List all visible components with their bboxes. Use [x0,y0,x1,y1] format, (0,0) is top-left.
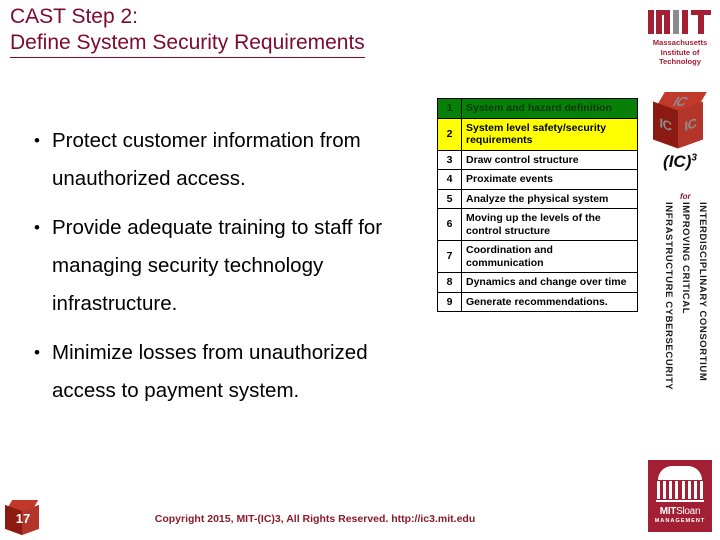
copyright-notice: Copyright 2015, MIT-(IC)3, All Rights Re… [154,513,476,525]
list-item: • Protect customer information from unau… [34,122,426,198]
step-label: Dynamics and change over time [461,272,638,293]
sloan-wordmark: MITSloan [651,506,709,517]
sloan-building-icon [651,466,709,502]
page-number: 17 [15,511,31,526]
bullet-dot-icon: • [34,131,40,150]
mit-sloan-logo: MITSloan MANAGEMENT [648,460,712,532]
page-number-cube-icon: 17 [3,500,43,538]
consortium-tagline: for INTERDISCIPLINARY CONSORTIUM IMPROVI… [642,188,718,458]
page-title: CAST Step 2: Define System Security Requ… [10,4,530,58]
cube-face-right: IC [678,101,703,149]
bullet-dot-icon: • [34,218,40,237]
mit-logo: Massachusetts Institute of Technology [646,8,714,67]
mit-name-line-2: Institute of [660,47,700,57]
list-item: • Minimize losses from unauthorized acce… [34,334,426,410]
bullet-text: Minimize losses from unauthorized access… [52,341,368,402]
consortium-line-3: INFRASTRUCTURE CYBERSECURITY [663,202,674,391]
table-row: 8 Dynamics and change over time [437,272,638,293]
mit-wordmark-icon [648,8,712,34]
cube-face-left: IC [653,101,678,149]
step-label: Draw control structure [461,149,638,170]
list-item: • Provide adequate training to staff for… [34,209,426,323]
consortium-line-2: IMPROVING CRITICAL [680,202,691,315]
step-number: 6 [437,208,462,241]
table-row: 5 Analyze the physical system [437,188,638,209]
step-label: Moving up the levels of the control stru… [461,208,638,241]
logo-rail: Massachusetts Institute of Technology IC… [640,0,720,540]
step-label: System and hazard definition [461,98,638,119]
step-label: Analyze the physical system [461,188,638,209]
mit-name-line-3: Technology [658,57,702,66]
step-number: 3 [437,149,462,170]
ic3-cube-icon: IC IC IC [651,92,709,150]
ic3-wordmark-text: (IC) [663,152,692,171]
sloan-subtitle: MANAGEMENT [654,518,706,524]
table-row: 7 Coordination and communication [437,240,638,273]
step-label: System level safety/security requirement… [461,117,638,151]
table-row: 9 Generate recommendations. [437,291,638,312]
table-row: 3 Draw control structure [437,149,638,170]
bullet-dot-icon: • [34,343,40,362]
consortium-for: for [680,192,691,201]
ic3-logo: IC IC IC (IC)3 [648,92,712,172]
step-label: Coordination and communication [461,240,638,273]
ic3-wordmark-exponent: 3 [691,152,697,164]
title-line-2: Define System Security Requirements [10,30,365,58]
bullet-text: Provide adequate training to staff for m… [52,216,383,315]
table-row: 4 Proximate events [437,169,638,190]
sloan-name-light: Sloan [676,506,701,517]
ic3-wordmark: (IC)3 [648,152,712,172]
table-row: 2 System level safety/security requireme… [437,117,638,151]
cast-steps-table: 1 System and hazard definition 2 System … [437,98,638,312]
step-label: Generate recommendations. [461,291,638,312]
consortium-line-1: INTERDISCIPLINARY CONSORTIUM [697,202,708,382]
step-number: 8 [437,272,462,293]
step-number: 7 [437,240,462,273]
sloan-name-bold: MIT [659,506,677,517]
bullet-list: • Protect customer information from unau… [34,122,426,421]
mit-name-line-1: Massachusetts [652,38,708,47]
step-number: 2 [437,117,462,151]
step-number: 1 [437,98,462,119]
bullet-text: Protect customer information from unauth… [52,129,361,190]
step-label: Proximate events [461,169,638,190]
step-number: 5 [437,188,462,209]
title-line-1: CAST Step 2: [10,5,139,28]
table-row: 1 System and hazard definition [437,98,638,119]
table-row: 6 Moving up the levels of the control st… [437,208,638,241]
mit-logo-text: Massachusetts Institute of Technology [646,38,714,67]
step-number: 4 [437,169,462,190]
step-number: 9 [437,291,462,312]
